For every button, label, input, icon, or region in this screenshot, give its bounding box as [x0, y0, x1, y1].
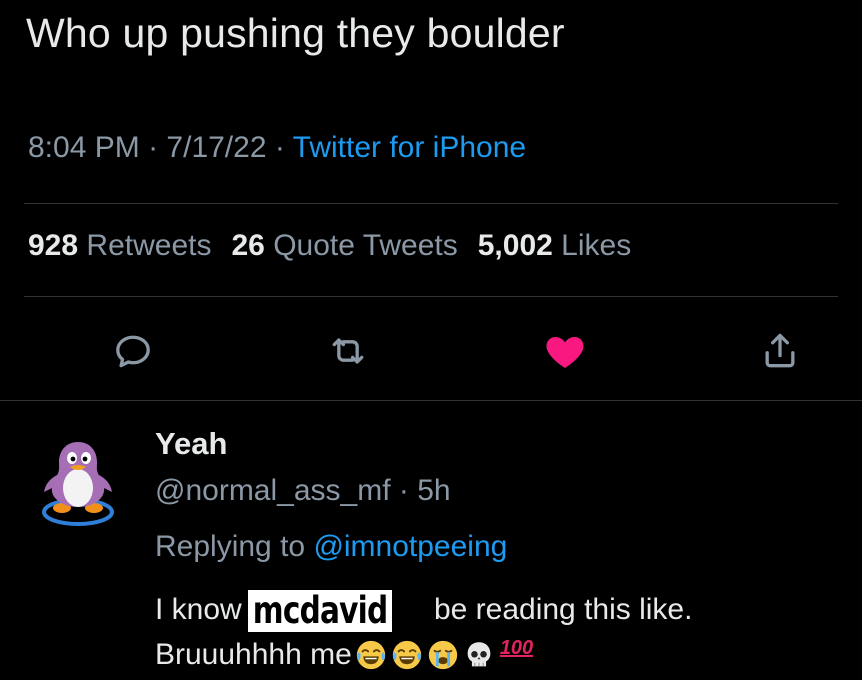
- share-icon: [765, 333, 795, 368]
- divider: [0, 400, 862, 401]
- tweet-source-link[interactable]: Twitter for iPhone: [293, 131, 526, 164]
- likes-stat[interactable]: 5,002 Likes: [478, 229, 631, 262]
- reply-text-part1: I know: [155, 593, 242, 626]
- retweets-label: Retweets: [86, 229, 212, 262]
- retweets-stat[interactable]: 928 Retweets: [28, 229, 211, 262]
- reply-age: 5h: [417, 474, 451, 507]
- skull-emoji-icon: [462, 638, 496, 680]
- reply-text-part2: be reading this like.: [433, 593, 693, 626]
- reply-display-name[interactable]: Yeah: [155, 426, 227, 462]
- likes-label: Likes: [561, 229, 632, 262]
- reply-handle-line: @normal_ass_mf · 5h: [155, 474, 451, 508]
- tweet-date[interactable]: 7/17/22: [166, 131, 266, 164]
- share-button[interactable]: [755, 326, 805, 376]
- like-button[interactable]: [540, 326, 590, 376]
- meta-separator: ·: [148, 131, 159, 164]
- reply-handle[interactable]: @normal_ass_mf: [155, 474, 391, 507]
- quotes-stat[interactable]: 26 Quote Tweets: [231, 229, 457, 262]
- reply-text-line2: Bruuuhhhh me: [155, 638, 352, 671]
- crying-emoji-icon: [426, 638, 460, 680]
- retweet-icon: [332, 338, 364, 364]
- reply-text-line-2: Bruuuhhhh me 100: [155, 637, 533, 680]
- replying-to-line: Replying to @imnotpeeing: [155, 530, 507, 564]
- divider: [24, 296, 838, 297]
- divider: [24, 203, 838, 204]
- laughing-tears-emoji-icon: [390, 638, 424, 680]
- hundred-emoji-icon: 100: [499, 637, 534, 659]
- reply-icon: [116, 335, 150, 368]
- likes-count: 5,002: [477, 229, 553, 262]
- laughing-tears-emoji-icon: [354, 638, 388, 680]
- tweet-time[interactable]: 8:04 PM: [28, 131, 140, 164]
- reply-button[interactable]: [108, 326, 158, 376]
- retweets-count: 928: [28, 229, 79, 262]
- tweet-meta: 8:04 PM · 7/17/22 · Twitter for iPhone: [28, 131, 526, 165]
- quotes-label: Quote Tweets: [273, 229, 458, 262]
- penguin-avatar-icon: [42, 442, 114, 526]
- tweet-text: Who up pushing they boulder: [26, 10, 565, 56]
- overlay-name-label: mcdavid: [247, 590, 392, 632]
- meta-separator: ·: [274, 131, 285, 164]
- tweet-stats: 928 Retweets 26 Quote Tweets 5,002 Likes: [28, 229, 631, 263]
- reply-text-line-1: I know mcdavid be reading this like.: [155, 590, 692, 632]
- replying-prefix: Replying to: [155, 530, 306, 563]
- quotes-count: 26: [231, 229, 265, 262]
- replying-mention-link[interactable]: @imnotpeeing: [313, 530, 507, 563]
- avatar[interactable]: [34, 430, 122, 530]
- handle-separator: ·: [398, 474, 409, 507]
- retweet-button[interactable]: [323, 326, 373, 376]
- heart-icon: [546, 337, 584, 368]
